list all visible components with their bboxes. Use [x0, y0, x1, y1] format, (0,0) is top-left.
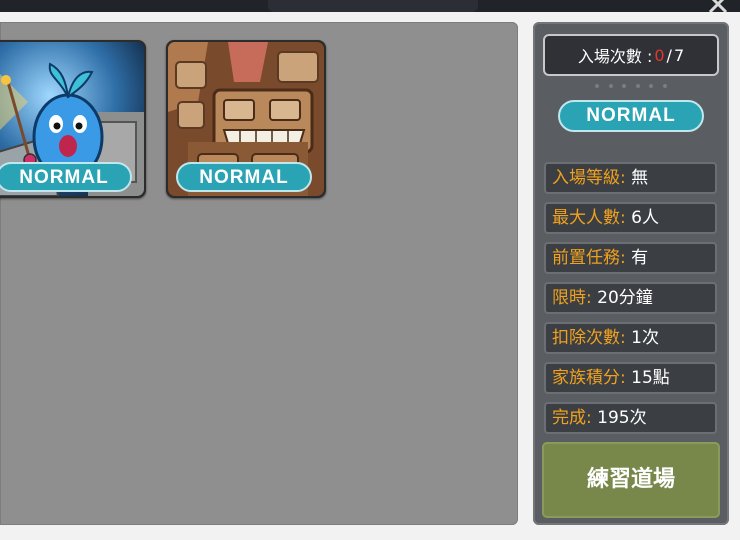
card-difficulty-badge: NORMAL [176, 162, 312, 192]
info-key: 扣除次數: [552, 328, 626, 348]
info-row-entry-level: 入場等級: 無 [544, 162, 717, 194]
info-row-max-players: 最大人數: 6人 [544, 202, 717, 234]
divider-dots [595, 84, 667, 88]
info-key: 限時: [552, 288, 592, 308]
info-value: 195次 [597, 408, 647, 428]
card-difficulty-badge: NORMAL [0, 162, 132, 192]
info-key: 最大人數: [552, 208, 626, 228]
info-key: 家族積分: [552, 368, 626, 388]
info-key: 入場等級: [552, 168, 626, 188]
info-row-family-points: 家族積分: 15點 [544, 362, 717, 394]
info-value: 有 [631, 248, 649, 268]
entry-count-label: 入場次數 : [577, 47, 653, 66]
entry-count-max: 7 [673, 45, 685, 65]
info-row-deduct-count: 扣除次數: 1次 [544, 322, 717, 354]
window-title-tab [268, 0, 478, 12]
practice-dojo-button[interactable]: 練習道場 [542, 442, 720, 518]
info-value: 1次 [631, 328, 659, 348]
info-value: 6人 [631, 208, 659, 228]
info-key: 完成: [552, 408, 592, 428]
entry-count-used: 0 [654, 45, 665, 65]
info-value: 15點 [631, 368, 670, 388]
info-row-time-limit: 限時: 20分鐘 [544, 282, 717, 314]
dungeon-card-1[interactable]: NORMAL [0, 40, 146, 198]
dungeon-card-2[interactable]: NORMAL [166, 40, 326, 198]
info-row-prerequisite-quest: 前置任務: 有 [544, 242, 717, 274]
entry-count-separator: / [666, 45, 672, 65]
dungeon-info-panel: 入場次數 : 0 / 7 NORMAL 入場等級: 無 最大人數: 6人 前置任… [533, 22, 729, 525]
info-row-completed: 完成: 195次 [544, 402, 717, 434]
dungeon-list-panel: NORMAL NORMAL [0, 22, 518, 525]
info-value: 無 [631, 168, 649, 188]
entry-count-box: 入場次數 : 0 / 7 [543, 34, 719, 76]
difficulty-badge: NORMAL [558, 100, 704, 132]
info-key: 前置任務: [552, 248, 626, 268]
info-value: 20分鐘 [597, 288, 653, 308]
